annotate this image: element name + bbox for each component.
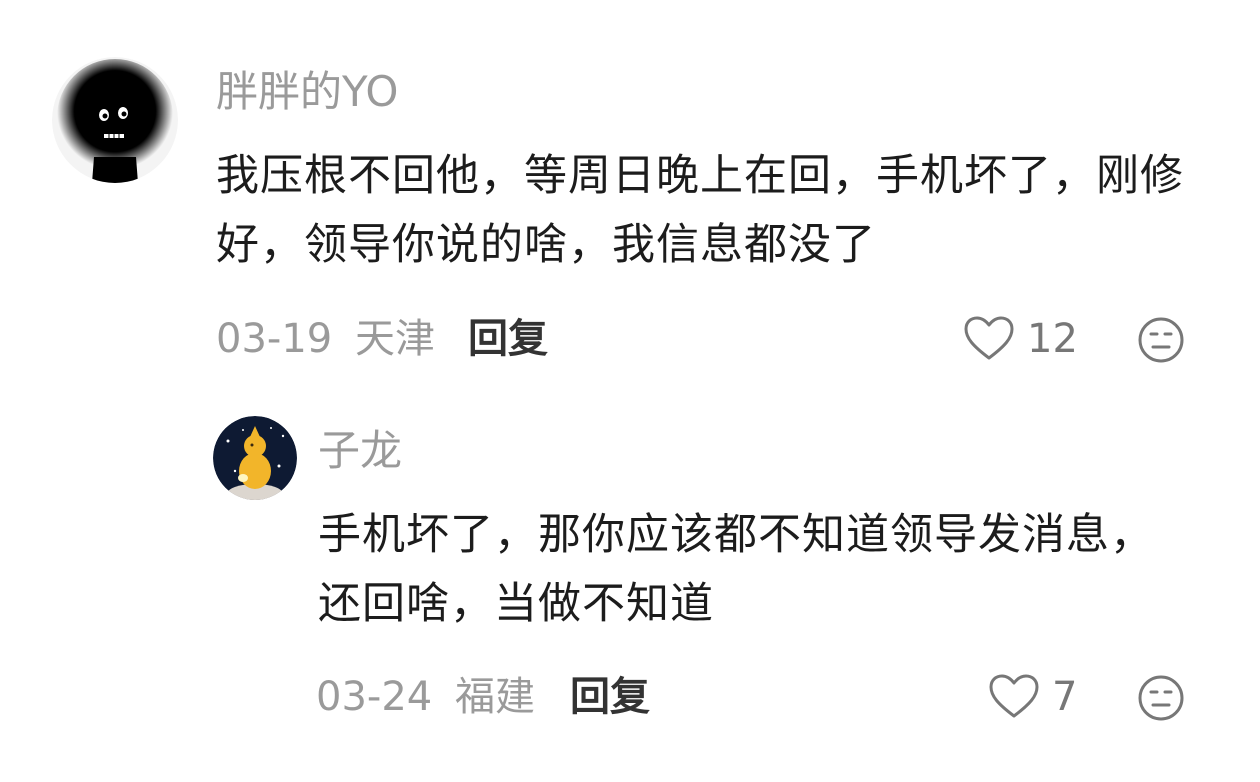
like-button[interactable]: 7	[988, 673, 1077, 721]
black-fuzzy-creature-avatar-icon	[52, 57, 178, 183]
heart-outline-icon	[963, 315, 1015, 363]
comment-text: 我压根不回他，等周日晚上在回，手机坏了，刚修好，领导你说的啥，我信息都没了	[216, 151, 1184, 270]
meh-face-icon	[1138, 675, 1184, 721]
avatar[interactable]	[52, 57, 178, 183]
dislike-button[interactable]	[1137, 674, 1185, 722]
meh-face-icon	[1138, 317, 1184, 363]
username[interactable]: 子龙	[318, 426, 402, 476]
comment-item: 胖胖的YO 我压根不回他，等周日晚上在回，手机坏了，刚修好，领导你说的啥，我信息…	[0, 0, 1260, 400]
like-count: 7	[1052, 674, 1078, 720]
like-button[interactable]: 12	[963, 315, 1078, 363]
yellow-duck-night-sky-avatar-icon	[213, 416, 297, 500]
comment-date: 03-24	[316, 674, 433, 720]
reply-button[interactable]: 回复	[468, 315, 548, 363]
username[interactable]: 胖胖的YO	[216, 67, 398, 117]
comment-item: 子龙 手机坏了，那你应该都不知道领导发消息，还回啥，当做不知道 03-24 福建…	[0, 400, 1260, 782]
heart-outline-icon	[988, 673, 1040, 721]
comment-date: 03-19	[216, 316, 333, 362]
comment-meta: 03-19 天津	[216, 315, 435, 363]
dislike-button[interactable]	[1137, 316, 1185, 364]
reply-button[interactable]: 回复	[570, 673, 650, 721]
comment-text: 手机坏了，那你应该都不知道领导发消息，还回啥，当做不知道	[318, 510, 1154, 629]
avatar[interactable]	[213, 416, 297, 500]
comment-location: 天津	[354, 316, 435, 362]
comment-location: 福建	[454, 674, 535, 720]
comment-meta: 03-24 福建	[316, 673, 535, 721]
like-count: 12	[1027, 316, 1078, 362]
